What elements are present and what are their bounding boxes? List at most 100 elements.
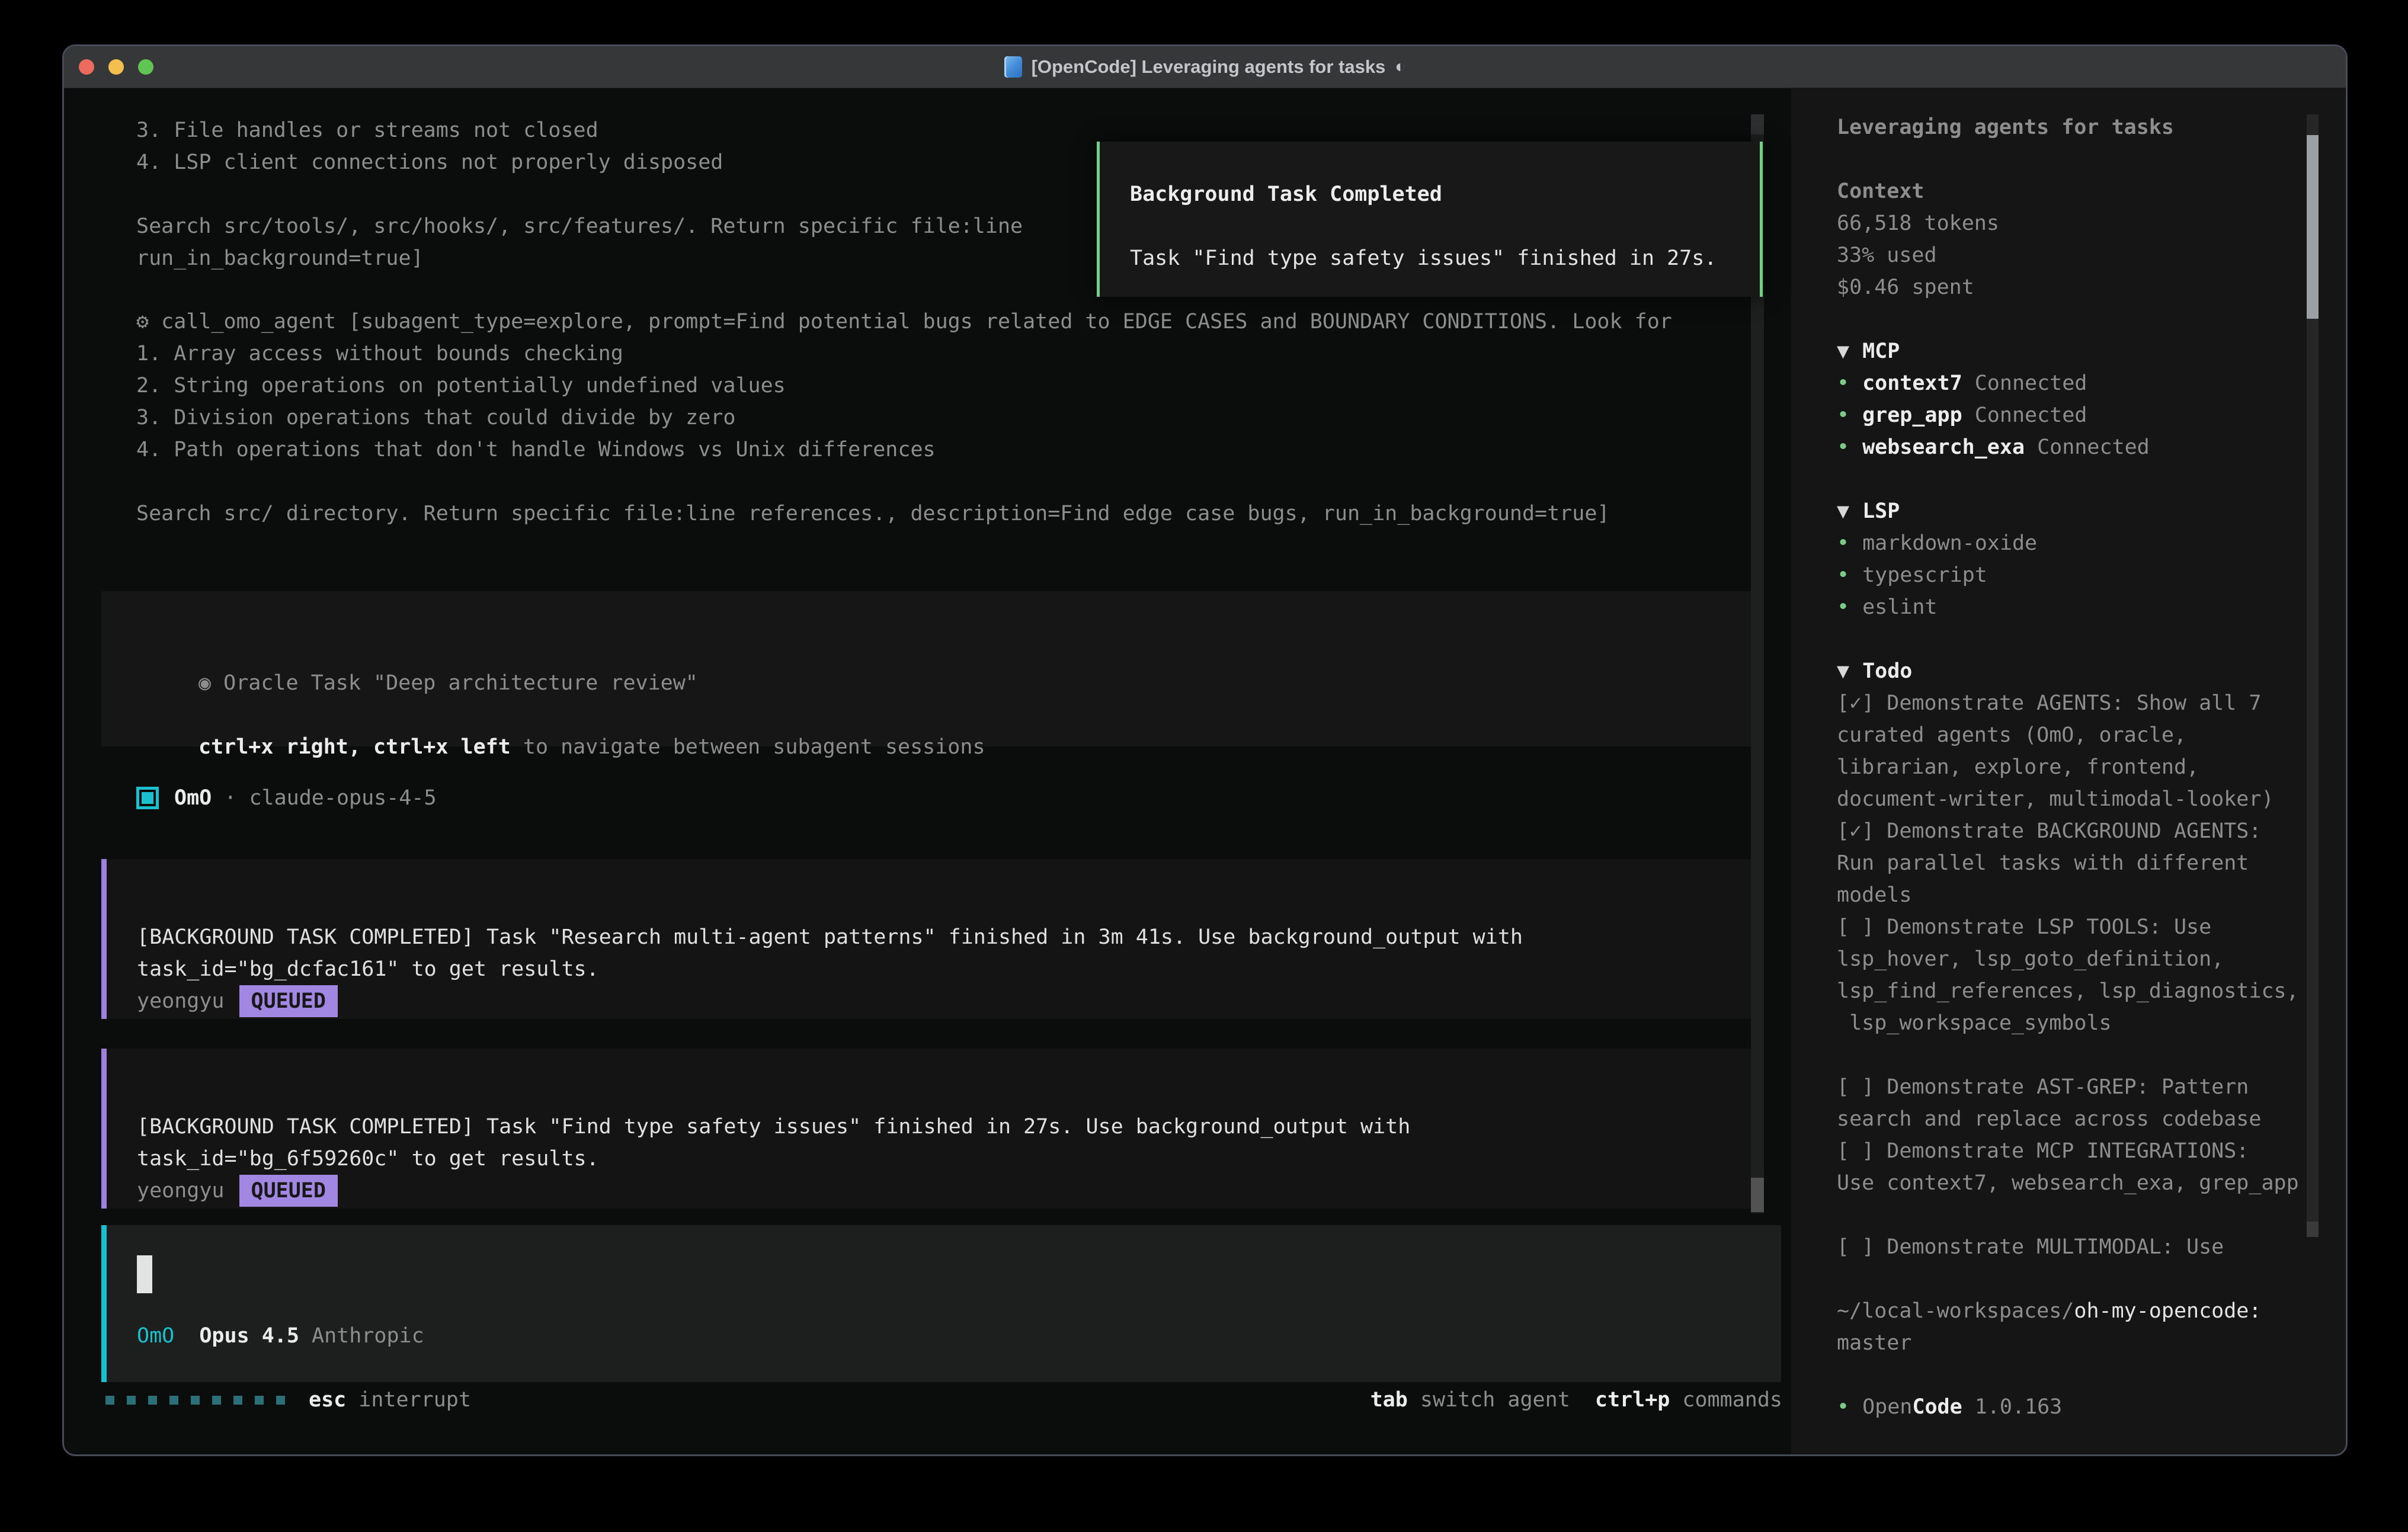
ctrlp-label: commands [1670, 1388, 1782, 1412]
version-name-dim: Open [1862, 1395, 1912, 1419]
todo-line-active: lsp_workspace_symbols [1837, 1007, 2346, 1039]
version-number: 1.0.163 [1962, 1395, 2063, 1419]
oracle-spacer [198, 699, 1754, 731]
spinner-dots-icon [105, 1396, 285, 1405]
oracle-hint: ctrl+x right, ctrl+x left to navigate be… [198, 731, 1754, 763]
toast-title: Background Task Completed [1130, 178, 1760, 210]
task-meta: yeongyuQUEUED [137, 985, 1754, 1017]
context-used: 33% used [1837, 239, 2346, 271]
todo-line-active: lsp_find_references, lsp_diagnostics, [1837, 975, 2346, 1007]
queued-badge: QUEUED [239, 985, 338, 1017]
window-title: [OpenCode] Leveraging agents for tasks ◐ [64, 46, 2346, 88]
status-dot-icon: • [1837, 403, 1849, 427]
todo-line: models [1837, 879, 2346, 911]
agent-model: claude-opus-4-5 [249, 782, 436, 814]
collapse-triangle-icon: ▼ [1837, 499, 1849, 523]
model-row: OmO Opus 4.5 Anthropic [137, 1320, 424, 1352]
todo-line: curated agents (OmO, oracle, [1837, 719, 2346, 751]
queued-badge: QUEUED [239, 1175, 338, 1207]
status-bar: esc interrupt tab switch agent ctrl+p co… [105, 1382, 1782, 1418]
todo-line: [ ] Demonstrate AST-GREP: Pattern [1837, 1071, 2346, 1103]
status-dot-icon: • [1837, 563, 1849, 587]
status-dot-icon: • [1837, 595, 1849, 619]
task-line: task_id="bg_6f59260c" to get results. [137, 1143, 1754, 1175]
separator-dot: · [212, 782, 249, 814]
output-line: Search src/tools/, src/hooks/, src/featu… [136, 210, 1023, 242]
workspace-repo: oh-my-opencode: [2074, 1299, 2261, 1323]
status-left: esc interrupt [105, 1388, 471, 1412]
assistant-output: 3. File handles or streams not closed 4.… [136, 114, 1023, 274]
mcp-name: websearch_exa [1862, 435, 2025, 459]
task-line: [BACKGROUND TASK COMPLETED] Task "Find t… [137, 1111, 1754, 1143]
workspace-path-prefix: ~/local-workspaces/ [1837, 1299, 2074, 1323]
status-right: tab switch agent ctrl+p commands [1370, 1388, 1782, 1412]
agent-icon [136, 787, 159, 809]
lsp-heading: LSP [1862, 499, 1900, 523]
toast-spacer [1130, 210, 1760, 242]
mcp-item: •websearch_exa Connected [1837, 431, 2346, 463]
context-heading: Context [1837, 175, 2346, 207]
mcp-item: • context7 Connected [1837, 367, 2346, 399]
todo-line: search and replace across codebase [1837, 1103, 2346, 1135]
tool-call-item: 2. String operations on potentially unde… [136, 370, 1672, 402]
toast-body: Task "Find type safety issues" finished … [1130, 242, 1760, 274]
todo-line: Use context7, websearch_exa, grep_app [1837, 1167, 2346, 1199]
opencode-window: [OpenCode] Leveraging agents for tasks ◐… [62, 44, 2348, 1456]
output-line [136, 178, 1023, 210]
main-scrollbar-thumb[interactable] [1751, 1178, 1764, 1212]
tool-call-item: 3. Division operations that could divide… [136, 402, 1672, 434]
version-name-bold: Code [1912, 1395, 1962, 1419]
window-title-text: [OpenCode] Leveraging agents for tasks [1032, 56, 1386, 78]
mcp-item: •grep_app Connected [1837, 399, 2346, 431]
desktop: [OpenCode] Leveraging agents for tasks ◐… [0, 0, 2408, 1532]
tool-call-line: ⚙ call_omo_agent [subagent_type=explore,… [136, 306, 1672, 338]
sidebar-scrollbar[interactable] [2307, 114, 2319, 1237]
mcp-heading: MCP [1862, 339, 1900, 363]
todo-line: librarian, explore, frontend, [1837, 751, 2346, 783]
todo-line-active: [ ] Demonstrate LSP TOOLS: Use [1837, 911, 2346, 943]
document-icon [1004, 56, 1022, 78]
tab-key[interactable]: tab [1370, 1388, 1408, 1412]
titlebar: [OpenCode] Leveraging agents for tasks ◐ [64, 46, 2346, 88]
todo-line: document-writer, multimodal-looker) [1837, 783, 2346, 815]
collapse-triangle-icon: ▼ [1837, 339, 1849, 363]
esc-label: interrupt [346, 1388, 471, 1412]
status-dot-icon: • [1837, 371, 1849, 395]
background-task-message: [BACKGROUND TASK COMPLETED] Task "Find t… [101, 1049, 1754, 1209]
output-line: 3. File handles or streams not closed [136, 114, 1023, 146]
text-cursor [137, 1255, 152, 1293]
sidebar: Leveraging agents for tasks Context 66,5… [1791, 88, 2346, 1454]
mcp-name: context7 [1862, 371, 1962, 395]
task-meta: yeongyuQUEUED [137, 1175, 1754, 1207]
shortcut-description: to navigate between subagent sessions [511, 735, 985, 759]
todo-line-active: lsp_hover, lsp_goto_definition, [1837, 943, 2346, 975]
oracle-title-line: ◉ Oracle Task "Deep architecture review" [198, 667, 1754, 699]
workspace-branch: master [1837, 1327, 2346, 1359]
mcp-status: Connected [1962, 371, 2087, 395]
mcp-section-header[interactable]: ▼ MCP [1837, 335, 2346, 367]
session-title: Leveraging agents for tasks [1837, 111, 2346, 143]
prompt-input[interactable]: OmO Opus 4.5 Anthropic [101, 1225, 1781, 1382]
mcp-status: Connected [1962, 403, 2087, 427]
background-task-message: [BACKGROUND TASK COMPLETED] Task "Resear… [101, 859, 1754, 1019]
output-line: 4. LSP client connections not properly d… [136, 146, 1023, 178]
sidebar-scrollbar-thumb[interactable] [2307, 135, 2319, 319]
task-line: task_id="bg_dcfac161" to get results. [137, 953, 1754, 985]
task-line: [BACKGROUND TASK COMPLETED] Task "Resear… [137, 921, 1754, 953]
record-icon: ◉ [198, 671, 211, 695]
todo-section-header[interactable]: ▼Todo [1837, 655, 2346, 687]
ctrlp-key[interactable]: ctrl+p [1570, 1388, 1670, 1412]
lsp-section-header[interactable]: ▼ LSP [1837, 495, 2346, 527]
esc-key[interactable]: esc [309, 1388, 346, 1412]
todo-line: [✓] Demonstrate AGENTS: Show all 7 [1837, 687, 2346, 719]
todo-line: [ ] Demonstrate MCP INTEGRATIONS: [1837, 1135, 2346, 1167]
tool-call-block: ⚙ call_omo_agent [subagent_type=explore,… [136, 306, 1672, 530]
status-dot-icon: • [1837, 435, 1849, 459]
lsp-item: •markdown-oxide [1837, 527, 2346, 559]
version-line: •OpenCode 1.0.163 [1837, 1391, 2346, 1423]
context-spent: $0.46 spent [1837, 271, 2346, 303]
lsp-name: eslint [1862, 595, 1937, 619]
background-task-toast: Background Task Completed Task "Find typ… [1097, 142, 1763, 297]
lsp-name: typescript [1862, 563, 1987, 587]
input-provider-name: Anthropic [312, 1324, 424, 1348]
